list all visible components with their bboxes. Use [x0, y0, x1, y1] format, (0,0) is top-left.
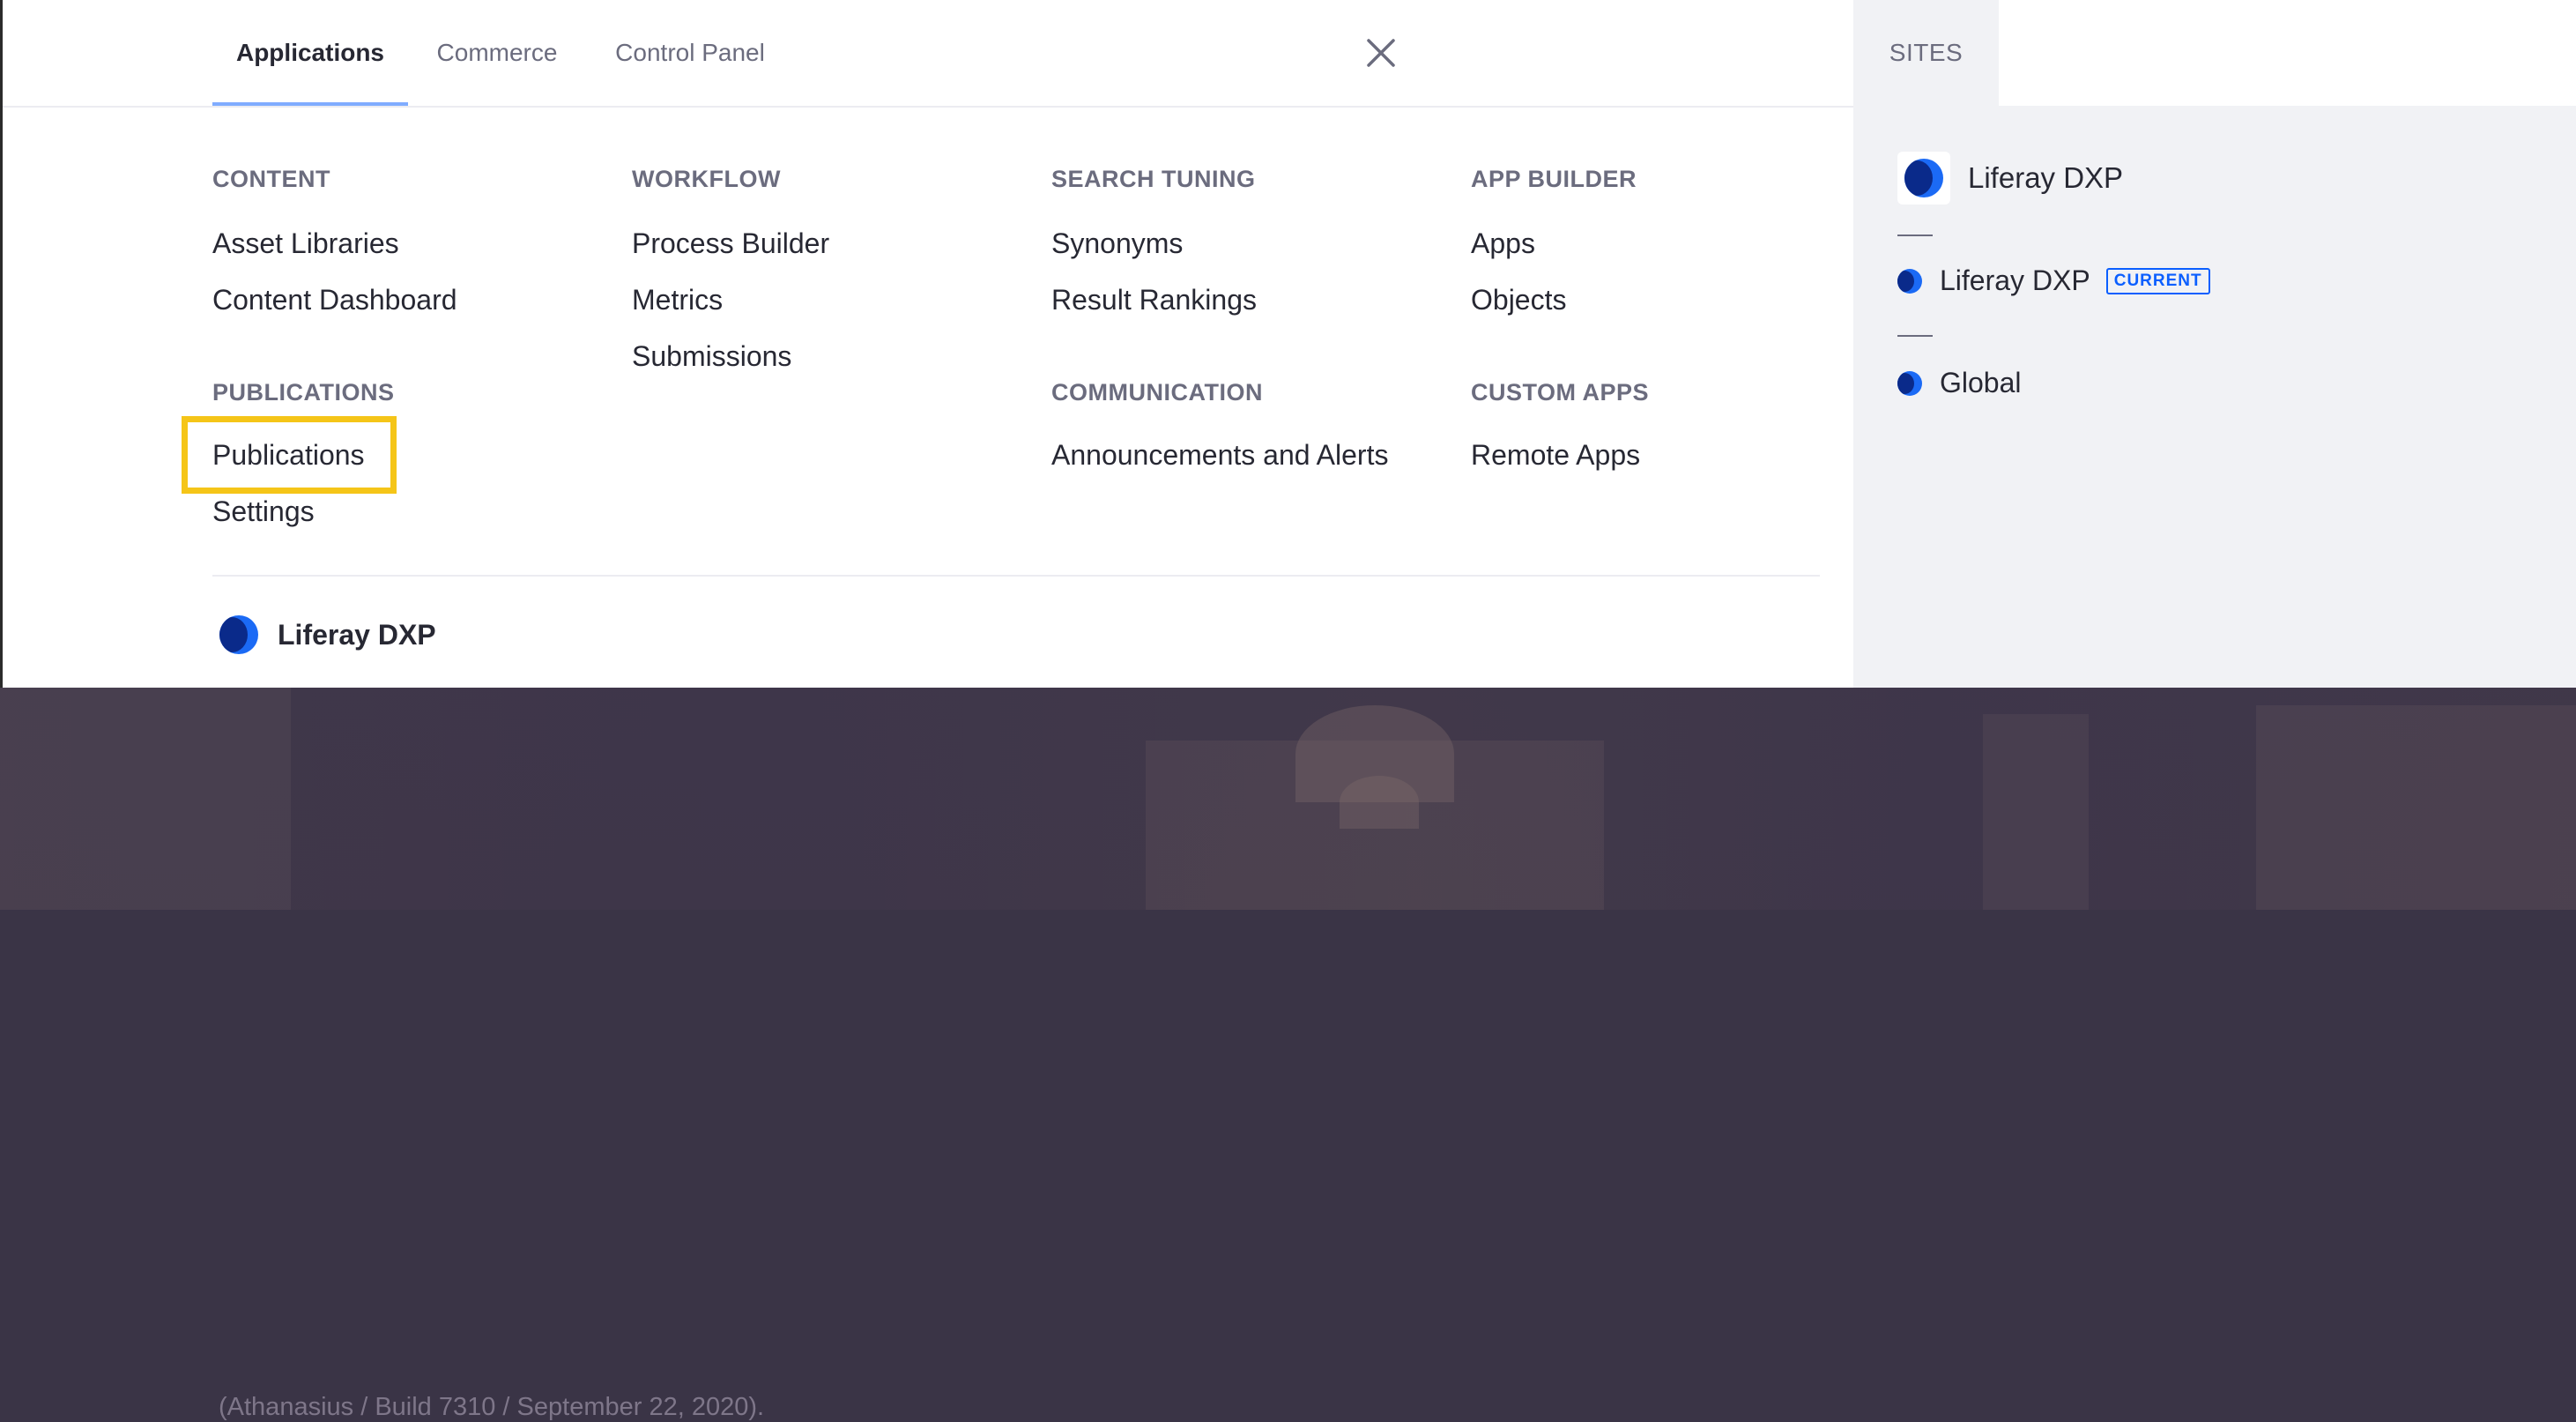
background-caption: (Athanasius / Build 7310 / September 22,…: [219, 1393, 765, 1421]
menu-tabs: Applications Commerce Control Panel: [3, 0, 1853, 108]
close-button[interactable]: [1353, 0, 1409, 106]
tab-commerce[interactable]: Commerce: [424, 0, 570, 106]
link-result-rankings[interactable]: Result Rankings: [1051, 284, 1257, 316]
site-global-name: Global: [1940, 367, 2022, 398]
applications-menu: Applications Commerce Control Panel CONT…: [0, 0, 1853, 688]
sites-tab[interactable]: SITES: [1853, 0, 1999, 106]
section-search-tuning-title: SEARCH TUNING: [1051, 166, 1256, 192]
link-content-dashboard[interactable]: Content Dashboard: [212, 284, 457, 316]
tab-applications[interactable]: Applications: [212, 0, 408, 106]
section-content-title: CONTENT: [212, 166, 330, 192]
section-communication-title: COMMUNICATION: [1051, 379, 1263, 406]
footer-site-name: Liferay DXP: [278, 618, 436, 651]
site-item-main[interactable]: Liferay DXP: [1897, 152, 2123, 205]
sites-header: SITES: [1853, 0, 2576, 106]
link-publications-settings[interactable]: Settings: [212, 495, 315, 528]
link-metrics[interactable]: Metrics: [632, 284, 723, 316]
close-icon: [1367, 39, 1395, 67]
current-badge: CURRENT: [2105, 267, 2210, 294]
link-publications[interactable]: Publications: [212, 439, 365, 472]
tab-control-panel[interactable]: Control Panel: [602, 0, 778, 106]
footer-site-link[interactable]: Liferay DXP: [219, 610, 436, 659]
background-image: (Athanasius / Build 7310 / September 22,…: [0, 688, 2576, 1421]
link-submissions[interactable]: Submissions: [632, 340, 791, 373]
link-announcements-and-alerts[interactable]: Announcements and Alerts: [1051, 439, 1388, 472]
link-asset-libraries[interactable]: Asset Libraries: [212, 227, 399, 260]
link-synonyms[interactable]: Synonyms: [1051, 227, 1183, 260]
site-logo: [1897, 152, 1950, 205]
site-separator: [1897, 335, 1933, 337]
site-main-name: Liferay DXP: [1968, 161, 2124, 194]
footer-divider: [212, 575, 1820, 577]
site-item-global[interactable]: Global: [1897, 367, 2022, 399]
liferay-logo-icon: [1904, 159, 1943, 197]
site-current-name: Liferay DXP: [1940, 264, 2090, 296]
site-item-current[interactable]: Liferay DXP CURRENT: [1897, 264, 2210, 297]
section-publications-title: PUBLICATIONS: [212, 379, 395, 406]
section-custom-apps-title: CUSTOM APPS: [1471, 379, 1650, 406]
section-app-builder-title: APP BUILDER: [1471, 166, 1637, 192]
liferay-logo-icon: [219, 615, 258, 654]
liferay-logo-icon: [1897, 268, 1922, 294]
site-separator: [1897, 235, 1933, 236]
link-objects[interactable]: Objects: [1471, 284, 1566, 316]
sites-panel: SITES Liferay DXP Liferay DXP CURRENT Gl…: [1853, 0, 2576, 688]
link-remote-apps[interactable]: Remote Apps: [1471, 439, 1640, 472]
section-workflow-title: WORKFLOW: [632, 166, 781, 192]
link-apps[interactable]: Apps: [1471, 227, 1535, 260]
liferay-logo-icon: [1897, 370, 1922, 396]
link-process-builder[interactable]: Process Builder: [632, 227, 829, 260]
